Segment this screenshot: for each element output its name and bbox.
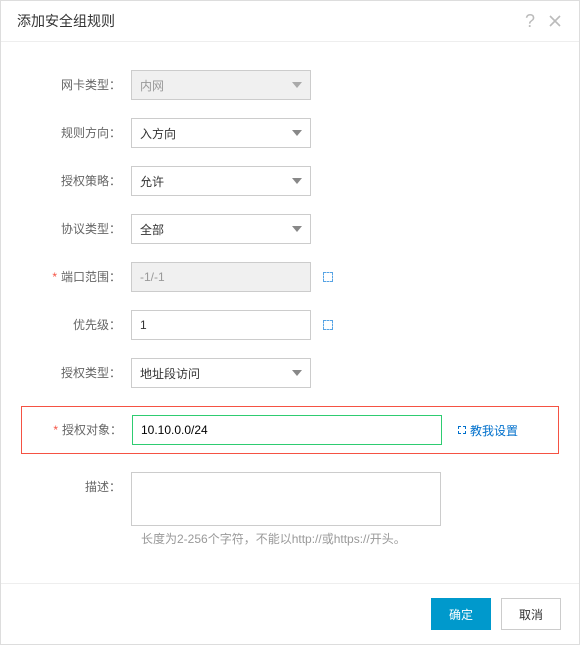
textarea-description[interactable] [131,472,441,526]
label-policy: 授权策略： [21,166,131,196]
select-auth-type-value: 地址段访问 [140,365,200,382]
label-auth-object: *授权对象： [22,415,132,445]
dialog-title: 添加安全组规则 [17,11,115,31]
row-nic-type: 网卡类型： 内网 [21,70,559,100]
row-port-range: *端口范围： [21,262,559,292]
help-icon[interactable]: ? [525,12,535,30]
dialog-header: 添加安全组规则 ? [1,1,579,42]
row-protocol: 协议类型： 全部 [21,214,559,244]
dialog: 添加安全组规则 ? 网卡类型： 内网 规则方向： 入方向 [0,0,580,645]
label-direction: 规则方向： [21,118,131,148]
row-policy: 授权策略： 允许 [21,166,559,196]
ok-button[interactable]: 确定 [431,598,491,630]
dialog-footer: 确定 取消 [1,583,579,644]
label-auth-object-text: 授权对象： [62,423,122,437]
select-policy-value: 允许 [140,173,164,190]
select-direction-value: 入方向 [140,125,176,142]
dialog-body: 网卡类型： 内网 规则方向： 入方向 授权策略： 允许 [1,42,579,583]
select-nic-type: 内网 [131,70,311,100]
info-icon[interactable] [323,320,333,330]
label-priority: 优先级： [21,310,131,340]
chevron-down-icon [292,82,302,88]
label-protocol: 协议类型： [21,214,131,244]
select-direction[interactable]: 入方向 [131,118,311,148]
teach-me-link[interactable]: 教我设置 [458,422,518,439]
select-nic-type-value: 内网 [140,77,164,94]
input-priority[interactable] [131,310,311,340]
teach-me-text: 教我设置 [470,422,518,439]
select-policy[interactable]: 允许 [131,166,311,196]
label-auth-type: 授权类型： [21,358,131,388]
select-protocol-value: 全部 [140,221,164,238]
label-port-range: *端口范围： [21,262,131,292]
chevron-down-icon [292,178,302,184]
label-description: 描述： [21,472,131,502]
chevron-down-icon [292,130,302,136]
label-nic-type: 网卡类型： [21,70,131,100]
input-port-range [131,262,311,292]
row-description: 描述： [21,472,559,526]
link-icon [458,426,466,434]
cancel-button[interactable]: 取消 [501,598,561,630]
select-auth-type[interactable]: 地址段访问 [131,358,311,388]
chevron-down-icon [292,226,302,232]
row-auth-object: *授权对象： 教我设置 [21,406,559,454]
select-protocol[interactable]: 全部 [131,214,311,244]
description-hint: 长度为2-256个字符，不能以http://或https://开头。 [141,530,559,547]
close-icon[interactable] [547,13,563,29]
info-icon[interactable] [323,272,333,282]
chevron-down-icon [292,370,302,376]
row-priority: 优先级： [21,310,559,340]
dialog-header-controls: ? [525,12,563,30]
label-port-range-text: 端口范围： [61,270,121,284]
row-auth-type: 授权类型： 地址段访问 [21,358,559,388]
input-auth-object[interactable] [132,415,442,445]
row-direction: 规则方向： 入方向 [21,118,559,148]
